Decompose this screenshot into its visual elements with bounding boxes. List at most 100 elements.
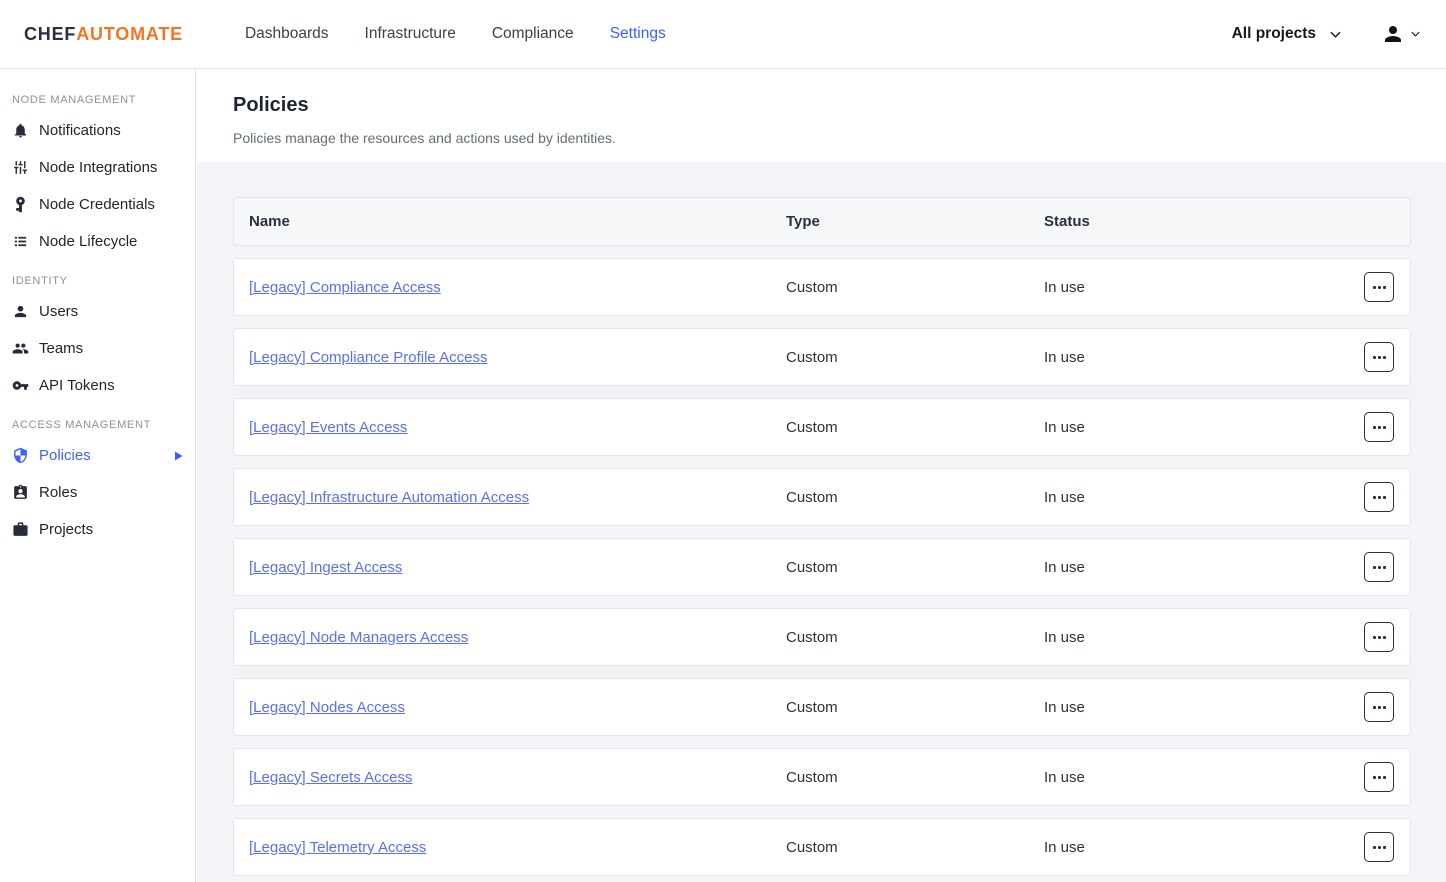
sidebar-item-users[interactable]: Users: [0, 293, 195, 330]
table-row: [Legacy] Node Managers Access Custom In …: [233, 608, 1411, 666]
shield-icon: [12, 447, 29, 464]
main-nav: Dashboards Infrastructure Compliance Set…: [245, 25, 666, 43]
briefcase-icon: [12, 521, 29, 538]
ellipsis-icon: [1373, 706, 1376, 709]
sidebar-item-label: Teams: [39, 340, 83, 357]
policy-type: Custom: [786, 349, 1044, 366]
triangle-right-icon: [175, 451, 183, 461]
sidebar-item-notifications[interactable]: Notifications: [0, 112, 195, 149]
table-row: [Legacy] Infrastructure Automation Acces…: [233, 468, 1411, 526]
logo-automate-text: AUTOMATE: [76, 24, 183, 44]
row-menu-button[interactable]: [1364, 552, 1394, 582]
policy-link[interactable]: [Legacy] Telemetry Access: [249, 839, 426, 856]
sidebar-item-label: Node Integrations: [39, 159, 157, 176]
table-header-row: Name Type Status: [233, 197, 1411, 246]
logo-chef-text: CHEF: [24, 24, 76, 44]
policy-status: In use: [1044, 629, 1364, 646]
people-icon: [12, 340, 29, 357]
policy-type: Custom: [786, 559, 1044, 576]
table-row: [Legacy] Ingest Access Custom In use: [233, 538, 1411, 596]
column-header-name: Name: [234, 213, 786, 230]
sidebar-item-label: Node Lifecycle: [39, 233, 137, 250]
policy-status: In use: [1044, 699, 1364, 716]
nav-compliance[interactable]: Compliance: [492, 25, 574, 43]
user-menu[interactable]: [1381, 22, 1422, 46]
ellipsis-icon: [1373, 846, 1376, 849]
policy-type: Custom: [786, 699, 1044, 716]
sidebar-item-label: API Tokens: [39, 377, 115, 394]
column-header-status: Status: [1044, 213, 1364, 230]
policy-status: In use: [1044, 349, 1364, 366]
chevron-down-icon: [1330, 31, 1341, 38]
main-content: Policies Policies manage the resources a…: [197, 69, 1446, 882]
sidebar-item-api-tokens[interactable]: API Tokens: [0, 367, 195, 404]
policy-link[interactable]: [Legacy] Events Access: [249, 419, 407, 436]
topnav-right: All projects: [1232, 22, 1422, 46]
sidebar-item-roles[interactable]: Roles: [0, 474, 195, 511]
key-vertical-icon: [12, 196, 29, 213]
nav-settings[interactable]: Settings: [610, 25, 666, 43]
sliders-icon: [12, 159, 29, 176]
policy-link[interactable]: [Legacy] Node Managers Access: [249, 629, 468, 646]
policy-status: In use: [1044, 419, 1364, 436]
sidebar-item-label: Projects: [39, 521, 93, 538]
sidebar-item-node-lifecycle[interactable]: Node Lifecycle: [0, 223, 195, 260]
avatar-icon: [1381, 22, 1405, 46]
table-row: [Legacy] Compliance Profile Access Custo…: [233, 328, 1411, 386]
row-menu-button[interactable]: [1364, 412, 1394, 442]
page-subtitle: Policies manage the resources and action…: [233, 130, 1410, 146]
row-menu-button[interactable]: [1364, 272, 1394, 302]
policies-table-area: Name Type Status [Legacy] Compliance Acc…: [197, 162, 1446, 876]
policy-type: Custom: [786, 489, 1044, 506]
chef-automate-logo[interactable]: CHEFAUTOMATE: [24, 24, 183, 45]
sidebar-item-projects[interactable]: Projects: [0, 511, 195, 548]
sidebar-section-access-management: ACCESS MANAGEMENT: [12, 419, 195, 431]
policy-type: Custom: [786, 769, 1044, 786]
policy-status: In use: [1044, 839, 1364, 856]
projects-filter-dropdown[interactable]: All projects: [1232, 25, 1341, 43]
sidebar-section-node-management: NODE MANAGEMENT: [12, 94, 195, 106]
policy-link[interactable]: [Legacy] Nodes Access: [249, 699, 405, 716]
sidebar-item-label: Node Credentials: [39, 196, 155, 213]
sidebar-item-label: Notifications: [39, 122, 121, 139]
ellipsis-icon: [1373, 426, 1376, 429]
ellipsis-icon: [1373, 566, 1376, 569]
column-header-type: Type: [786, 213, 1044, 230]
policy-link[interactable]: [Legacy] Compliance Access: [249, 279, 441, 296]
sidebar-item-label: Users: [39, 303, 78, 320]
table-row: [Legacy] Secrets Access Custom In use: [233, 748, 1411, 806]
policy-type: Custom: [786, 839, 1044, 856]
row-menu-button[interactable]: [1364, 482, 1394, 512]
sidebar-item-policies[interactable]: Policies: [0, 437, 195, 474]
projects-filter-label: All projects: [1232, 25, 1316, 43]
nav-dashboards[interactable]: Dashboards: [245, 25, 329, 43]
sidebar-item-label: Roles: [39, 484, 77, 501]
ellipsis-icon: [1373, 286, 1376, 289]
sidebar-item-node-credentials[interactable]: Node Credentials: [0, 186, 195, 223]
row-menu-button[interactable]: [1364, 622, 1394, 652]
policy-link[interactable]: [Legacy] Compliance Profile Access: [249, 349, 487, 366]
row-menu-button[interactable]: [1364, 342, 1394, 372]
ellipsis-icon: [1373, 496, 1376, 499]
person-icon: [12, 303, 29, 320]
key-icon: [12, 377, 29, 394]
nav-infrastructure[interactable]: Infrastructure: [365, 25, 456, 43]
policy-status: In use: [1044, 279, 1364, 296]
table-row: [Legacy] Events Access Custom In use: [233, 398, 1411, 456]
row-menu-button[interactable]: [1364, 832, 1394, 862]
sidebar-item-label: Policies: [39, 447, 91, 464]
policy-status: In use: [1044, 769, 1364, 786]
sidebar-section-identity: IDENTITY: [12, 275, 195, 287]
bell-icon: [12, 122, 29, 139]
policy-link[interactable]: [Legacy] Ingest Access: [249, 559, 402, 576]
page-header: Policies Policies manage the resources a…: [197, 69, 1446, 162]
row-menu-button[interactable]: [1364, 692, 1394, 722]
ellipsis-icon: [1373, 636, 1376, 639]
sidebar-item-node-integrations[interactable]: Node Integrations: [0, 149, 195, 186]
policy-link[interactable]: [Legacy] Secrets Access: [249, 769, 412, 786]
policy-link[interactable]: [Legacy] Infrastructure Automation Acces…: [249, 489, 529, 506]
sidebar-item-teams[interactable]: Teams: [0, 330, 195, 367]
row-menu-button[interactable]: [1364, 762, 1394, 792]
table-row: [Legacy] Nodes Access Custom In use: [233, 678, 1411, 736]
table-row: [Legacy] Telemetry Access Custom In use: [233, 818, 1411, 876]
